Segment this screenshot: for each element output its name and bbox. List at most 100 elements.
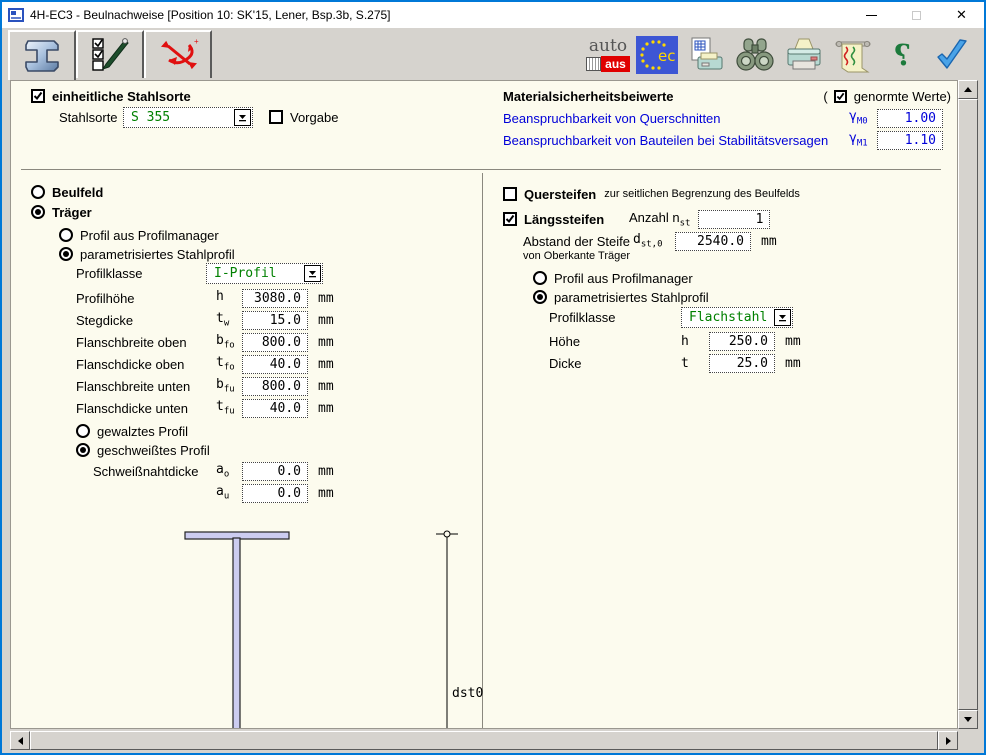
gamma-m0-symbol: γM0 bbox=[849, 109, 877, 127]
weld-row-ao: Schweißnahtdicke ao 0.0 mm bbox=[93, 461, 334, 481]
unit-label: mm bbox=[761, 234, 777, 249]
dicke-label: Dicke bbox=[549, 356, 681, 371]
st-profilmanager-radio[interactable] bbox=[533, 271, 547, 285]
param-row-flanschdicke-oben: Flanschdicke oben tfo 40.0 mm bbox=[76, 354, 334, 374]
minimize-button[interactable] bbox=[849, 2, 894, 28]
gewalzt-radio[interactable] bbox=[76, 424, 90, 438]
abstand-field[interactable]: 2540.0 bbox=[675, 232, 751, 251]
gamma-m1-label: Beanspruchbarkeit von Bauteilen bei Stab… bbox=[503, 133, 849, 148]
no-calculation-icon: + bbox=[156, 36, 200, 74]
symbol: ao bbox=[216, 462, 242, 480]
unit-label: mm bbox=[318, 464, 334, 479]
st-parametrisiert-label: parametrisiertes Stahlprofil bbox=[554, 290, 709, 305]
unit-label: mm bbox=[318, 401, 334, 416]
value-field[interactable]: 800.0 bbox=[242, 333, 308, 352]
symbol: tw bbox=[216, 311, 242, 329]
binoculars-icon bbox=[734, 35, 776, 75]
scroll-right-button[interactable] bbox=[938, 731, 958, 750]
auto-label: auto bbox=[589, 38, 627, 55]
chevron-down-icon bbox=[778, 313, 787, 322]
print-preview-button[interactable] bbox=[685, 34, 727, 76]
search-button[interactable] bbox=[734, 34, 776, 76]
einheitliche-stahlsorte-checkbox[interactable] bbox=[31, 89, 45, 103]
print-preview-icon bbox=[686, 35, 726, 75]
print-button[interactable] bbox=[783, 34, 825, 76]
profilklasse-label: Profilklasse bbox=[76, 266, 206, 281]
value-field[interactable]: 15.0 bbox=[242, 311, 308, 330]
geschweisst-radio[interactable] bbox=[76, 443, 90, 457]
hoehe-field[interactable]: 250.0 bbox=[709, 332, 775, 351]
stahlsorte-dropdown[interactable]: S 355 bbox=[123, 107, 253, 128]
dicke-field[interactable]: 25.0 bbox=[709, 354, 775, 373]
param-row-flanschdicke-unten: Flanschdicke unten tfu 40.0 mm bbox=[76, 398, 334, 418]
horizontal-scroll-thumb[interactable] bbox=[30, 731, 938, 750]
eurocode-button[interactable]: ec bbox=[636, 34, 678, 76]
chevron-down-icon bbox=[308, 269, 317, 278]
anzahl-field[interactable]: 1 bbox=[698, 210, 770, 229]
beulfeld-radio[interactable] bbox=[31, 185, 45, 199]
traeger-radio[interactable] bbox=[31, 205, 45, 219]
geschweisst-label: geschweißtes Profil bbox=[97, 443, 210, 458]
param-row-stegdicke: Stegdicke tw 15.0 mm bbox=[76, 310, 334, 330]
profilmanager-radio[interactable] bbox=[59, 228, 73, 242]
scroll-left-button[interactable] bbox=[10, 731, 30, 750]
genormte-prefix: ( bbox=[823, 89, 827, 104]
st-parametrisiert-radio[interactable] bbox=[533, 290, 547, 304]
param-row-profilhoehe: Profilhöhe h 3080.0 mm bbox=[76, 288, 334, 308]
unit-label: mm bbox=[318, 379, 334, 394]
close-button[interactable]: ✕ bbox=[939, 2, 984, 28]
field-label: Stegdicke bbox=[76, 313, 216, 328]
confirm-button[interactable] bbox=[930, 34, 972, 76]
parametrisiert-radio[interactable] bbox=[59, 247, 73, 261]
tab-check-edit[interactable] bbox=[76, 30, 144, 78]
help-button[interactable]: ? bbox=[881, 34, 923, 76]
st-profilklasse-value: Flachstahl bbox=[682, 310, 774, 325]
scroll-down-button[interactable] bbox=[958, 710, 978, 729]
value-field[interactable]: 800.0 bbox=[242, 377, 308, 396]
auto-aus-button[interactable]: auto aus bbox=[587, 34, 629, 76]
protocol-notes-icon bbox=[832, 35, 874, 75]
dropdown-button[interactable] bbox=[304, 265, 321, 282]
vorgabe-label: Vorgabe bbox=[290, 110, 338, 125]
toolbar: + auto aus bbox=[2, 28, 984, 80]
svg-text:+: + bbox=[194, 37, 199, 46]
auto-aus-icon: auto aus bbox=[586, 38, 630, 72]
scroll-up-button[interactable] bbox=[958, 80, 978, 99]
eurocode-icon: ec bbox=[636, 36, 678, 74]
vertical-scrollbar[interactable] bbox=[958, 80, 978, 729]
tab-steel-profile[interactable] bbox=[8, 30, 76, 80]
gamma-m0-field[interactable]: 1.00 bbox=[877, 109, 943, 128]
toolbar-tools: auto aus ec bbox=[587, 28, 984, 76]
value-field[interactable]: 3080.0 bbox=[242, 289, 308, 308]
quersteifen-checkbox[interactable] bbox=[503, 187, 517, 201]
tab-no-calculation[interactable]: + bbox=[144, 30, 212, 78]
value-field[interactable]: 0.0 bbox=[242, 484, 308, 503]
value-field[interactable]: 0.0 bbox=[242, 462, 308, 481]
protocol-button[interactable] bbox=[832, 34, 874, 76]
st-profilklasse-row: Profilklasse Flachstahl bbox=[549, 307, 793, 327]
radio-dot bbox=[63, 251, 69, 257]
close-icon: ✕ bbox=[956, 9, 967, 22]
horizontal-scrollbar[interactable] bbox=[10, 731, 958, 750]
abstand-note: von Oberkante Träger bbox=[523, 250, 630, 262]
value-field[interactable]: 40.0 bbox=[242, 355, 308, 374]
st-profilklasse-dropdown[interactable]: Flachstahl bbox=[681, 307, 793, 328]
material-heading: Materialsicherheitsbeiwerte bbox=[503, 89, 823, 104]
maximize-button[interactable] bbox=[894, 2, 939, 28]
vertical-scroll-thumb[interactable] bbox=[958, 99, 978, 710]
dropdown-button[interactable] bbox=[234, 109, 251, 126]
quersteifen-row: Quersteifen zur seitlichen Begrenzung de… bbox=[503, 184, 800, 204]
cross-section-drawing: dst0 bbox=[11, 521, 957, 729]
st-profilmanager-label: Profil aus Profilmanager bbox=[554, 271, 693, 286]
profilklasse-dropdown[interactable]: I-Profil bbox=[206, 263, 323, 284]
dimension-origin-marker bbox=[444, 531, 450, 537]
laengssteifen-checkbox[interactable] bbox=[503, 212, 517, 226]
abstand-symbol: dst,0 bbox=[633, 232, 675, 250]
dropdown-button[interactable] bbox=[774, 309, 791, 326]
gamma-m1-row: Beanspruchbarkeit von Bauteilen bei Stab… bbox=[503, 130, 943, 150]
genormte-werte-checkbox[interactable] bbox=[834, 90, 847, 103]
vorgabe-checkbox[interactable] bbox=[269, 110, 283, 124]
st-parametrisiert-option: parametrisiertes Stahlprofil bbox=[533, 287, 709, 307]
gamma-m1-field[interactable]: 1.10 bbox=[877, 131, 943, 150]
value-field[interactable]: 40.0 bbox=[242, 399, 308, 418]
